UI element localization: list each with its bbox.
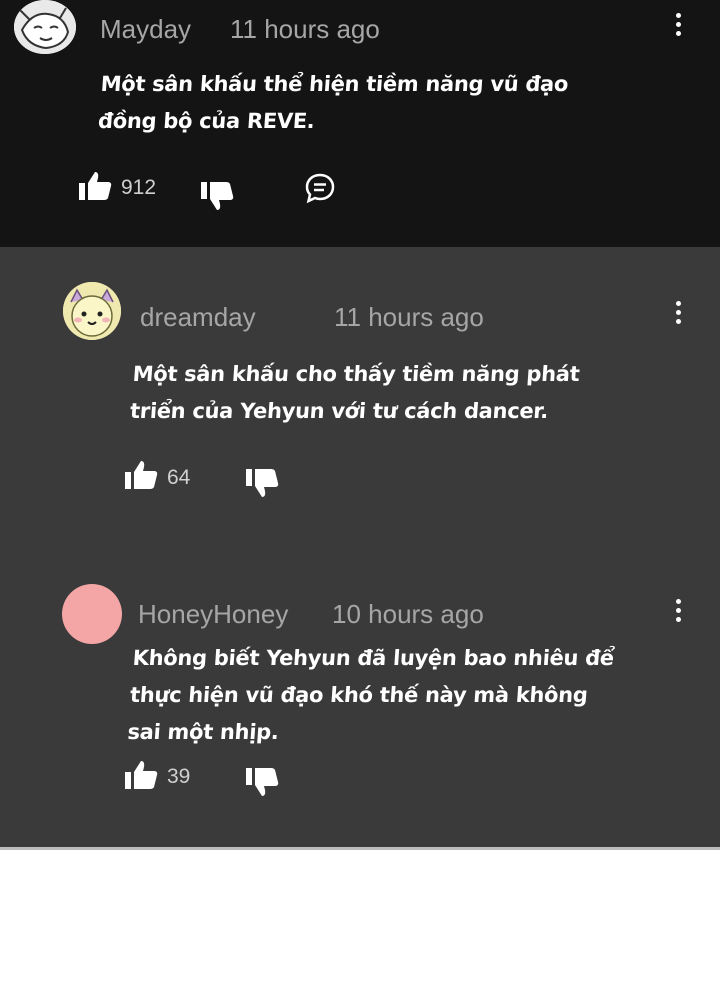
comment-text-line: Một sân khấu thể hiện tiềm năng vũ đạo — [99, 72, 570, 96]
dislike-icon[interactable] — [245, 468, 279, 498]
cartoon-avatar-icon — [63, 282, 121, 340]
comment-text-line: đồng bộ của REVE. — [97, 109, 316, 133]
menu-dot-icon — [675, 319, 681, 324]
comment-username[interactable]: dreamday — [140, 302, 256, 332]
avatar[interactable] — [14, 0, 76, 54]
comment-username[interactable]: HoneyHoney — [138, 599, 288, 629]
avatar[interactable] — [62, 584, 122, 644]
comment-text-line: thực hiện vũ đạo khó thế này mà không — [129, 683, 589, 707]
menu-dot-icon — [675, 617, 681, 622]
comment-username[interactable]: Mayday — [100, 14, 191, 44]
comment-text-line: Một sân khấu cho thấy tiềm năng phát — [131, 362, 581, 386]
menu-dot-icon — [675, 22, 681, 27]
menu-dot-icon — [675, 31, 681, 36]
menu-dot-icon — [675, 310, 681, 315]
like-count: 64 — [167, 466, 191, 489]
menu-dot-icon — [675, 599, 681, 604]
cartoon-avatar-icon — [14, 0, 76, 54]
comment-menu-button[interactable] — [673, 301, 683, 329]
comment-menu-button[interactable] — [673, 599, 683, 627]
comment-timestamp: 11 hours ago — [334, 302, 484, 332]
comment-text-line: Không biết Yehyun đã luyện bao nhiêu để — [131, 646, 615, 670]
comment-text-line: sai một nhịp. — [126, 720, 280, 744]
like-count: 912 — [121, 176, 157, 199]
like-icon[interactable] — [78, 171, 112, 201]
bottom-divider — [0, 847, 720, 850]
menu-dot-icon — [675, 301, 681, 306]
dislike-icon[interactable] — [200, 181, 234, 211]
comment-text: Một sân khấu thể hiện tiềm năng vũ đạo đ… — [97, 66, 662, 140]
comment-text: Một sân khấu cho thấy tiềm năng phát tri… — [129, 356, 674, 430]
menu-dot-icon — [675, 13, 681, 18]
like-icon[interactable] — [124, 760, 158, 790]
avatar[interactable] — [63, 282, 121, 340]
comment-timestamp: 10 hours ago — [332, 599, 484, 629]
replies-panel — [0, 247, 720, 847]
comment-timestamp: 11 hours ago — [230, 14, 380, 44]
dislike-icon[interactable] — [245, 767, 279, 797]
reply-icon[interactable] — [304, 172, 336, 204]
comment-text-line: triển của Yehyun với tư cách dancer. — [129, 399, 549, 423]
like-count: 39 — [167, 765, 191, 788]
comment-menu-button[interactable] — [673, 13, 683, 41]
like-icon[interactable] — [124, 460, 158, 490]
comment-text: Không biết Yehyun đã luyện bao nhiêu để … — [126, 640, 694, 751]
menu-dot-icon — [675, 608, 681, 613]
